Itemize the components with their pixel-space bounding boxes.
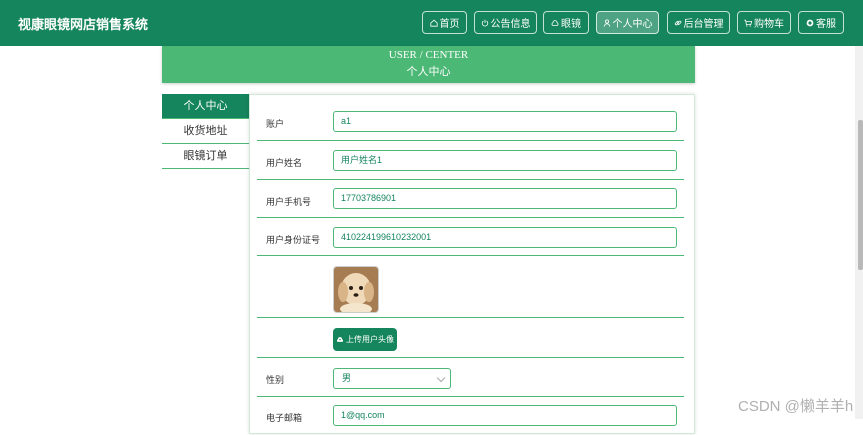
banner-title-cn: 个人中心	[406, 66, 451, 78]
nav-user-center[interactable]: 个人中心	[596, 11, 659, 34]
form-row-phone: 用户手机号 17703786901	[257, 180, 684, 218]
nav-announcements[interactable]: 公告信息	[474, 11, 537, 34]
form-row-avatar	[257, 256, 684, 318]
profile-form: 账户 a1 用户姓名 用户姓名1 用户手机号 17703786901 用户身份证…	[249, 94, 695, 434]
form-row-account: 账户 a1	[257, 102, 684, 141]
nav-announcements-label: 公告信息	[490, 19, 531, 30]
gender-select[interactable]: 男	[333, 368, 451, 389]
puppy-photo-icon	[334, 267, 378, 312]
phone-label: 用户手机号	[266, 197, 312, 207]
sidebar: 个人中心 收货地址 眼镜订单	[162, 94, 249, 169]
upload-avatar-button[interactable]: 上传用户头像	[333, 328, 397, 351]
gender-selected-value: 男	[342, 373, 352, 383]
chevron-down-icon	[436, 373, 446, 383]
phone-input[interactable]: 17703786901	[333, 188, 677, 209]
page-banner: USER / CENTER 个人中心	[162, 46, 695, 83]
scrollbar-thumb[interactable]	[858, 120, 863, 270]
nav-admin-label: 后台管理	[683, 19, 724, 30]
nav-glasses[interactable]: 眼镜	[543, 11, 589, 34]
top-navbar: 视康眼镜网店销售系统 首页 公告信息 眼镜 个人中心 后台管理 购物车 客服	[0, 0, 863, 46]
form-row-upload: 上传用户头像	[257, 318, 684, 358]
nav-customer-service[interactable]: 客服	[798, 11, 844, 34]
power-icon	[481, 19, 488, 26]
nav-cart[interactable]: 购物车	[737, 11, 791, 34]
name-input[interactable]: 用户姓名1	[333, 150, 677, 171]
account-input[interactable]: a1	[333, 111, 677, 132]
form-row-email: 电子邮箱 1@qq.com	[257, 397, 684, 435]
nav-home[interactable]: 首页	[422, 11, 467, 34]
service-icon	[806, 19, 814, 26]
nav-admin[interactable]: 后台管理	[667, 11, 730, 34]
home-icon	[429, 19, 438, 27]
sidebar-item-user-center[interactable]: 个人中心	[162, 94, 249, 119]
cloud-upload-icon	[336, 337, 344, 342]
user-icon	[603, 19, 610, 27]
upload-avatar-label: 上传用户头像	[346, 335, 394, 344]
form-row-id-number: 用户身份证号 410224199610232001	[257, 218, 684, 256]
form-row-gender: 性别 男	[257, 358, 684, 397]
account-label: 账户	[266, 119, 285, 129]
name-label: 用户姓名	[266, 158, 303, 168]
site-title: 视康眼镜网店销售系统	[18, 17, 149, 32]
nav-customer-service-label: 客服	[816, 19, 836, 30]
user-avatar	[333, 266, 379, 313]
watermark: CSDN @懒羊羊h	[738, 398, 854, 415]
email-label: 电子邮箱	[266, 413, 303, 423]
link-icon	[674, 20, 681, 25]
nav-user-center-label: 个人中心	[612, 19, 653, 30]
sidebar-item-orders[interactable]: 眼镜订单	[162, 144, 249, 169]
email-input[interactable]: 1@qq.com	[333, 405, 677, 426]
cart-icon	[744, 19, 752, 27]
cloud-icon	[551, 19, 559, 26]
nav-home-label: 首页	[439, 19, 460, 30]
id-number-input[interactable]: 410224199610232001	[333, 227, 677, 248]
form-row-name: 用户姓名 用户姓名1	[257, 141, 684, 180]
nav-glasses-label: 眼镜	[561, 19, 581, 30]
banner-title-en: USER / CENTER	[388, 49, 469, 61]
gender-label: 性别	[266, 375, 285, 385]
id-number-label: 用户身份证号	[266, 235, 321, 245]
nav-cart-label: 购物车	[754, 19, 784, 30]
sidebar-item-addresses[interactable]: 收货地址	[162, 119, 249, 144]
